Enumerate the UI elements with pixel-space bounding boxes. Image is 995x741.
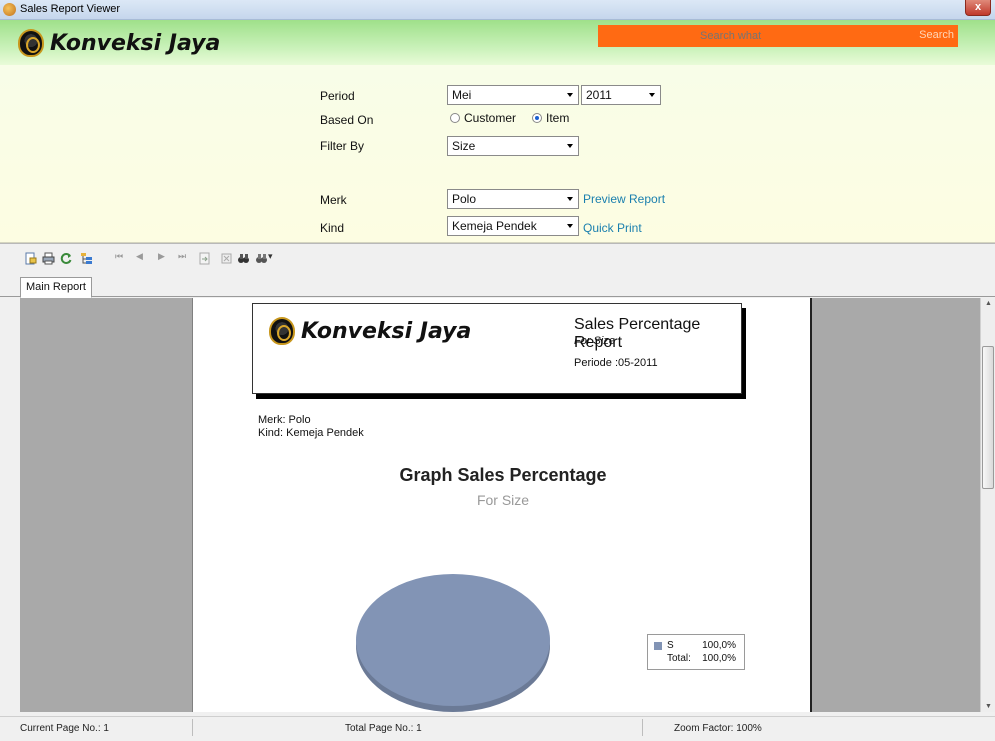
first-page-icon[interactable]: ⏮ (115, 251, 123, 262)
chevron-down-icon (567, 144, 573, 148)
period-year-value: 2011 (586, 88, 612, 102)
app-header: Konveksi Jaya Search (0, 20, 995, 65)
app-icon (3, 3, 16, 16)
radio-customer[interactable]: Customer (450, 111, 516, 125)
viewer-toolbar: ⏮ ◀ ▶ ⏭ ▾ (0, 244, 995, 274)
current-page-status: Current Page No.: 1 (20, 723, 109, 734)
kind-label: Kind (320, 221, 345, 235)
pie-chart (356, 574, 550, 712)
brand-emblem-icon (269, 317, 295, 345)
report-brand-name: Konveksi Jaya (301, 319, 472, 344)
period-month-value: Mei (452, 88, 472, 102)
based-on-label: Based On (320, 113, 374, 127)
quick-print-link[interactable]: Quick Print (583, 221, 642, 235)
total-page-status: Total Page No.: 1 (345, 723, 422, 734)
export-icon[interactable] (24, 252, 37, 265)
zoom-dropdown-icon[interactable]: ▾ (268, 251, 273, 262)
title-bar: Sales Report Viewer x (0, 0, 995, 20)
window-title: Sales Report Viewer (20, 3, 121, 15)
scroll-down-icon[interactable]: ▼ (985, 703, 992, 710)
zoom-icon[interactable] (255, 252, 268, 265)
filter-by-select[interactable]: Size (447, 136, 579, 156)
stop-icon[interactable] (220, 252, 233, 265)
kind-select[interactable]: Kemeja Pendek (447, 216, 579, 236)
report-filter-form: Period Mei 2011 Based On Customer Item F… (0, 65, 995, 243)
print-icon[interactable] (42, 252, 55, 265)
kind-value: Kemeja Pendek (452, 219, 537, 233)
radio-item[interactable]: Item (532, 111, 569, 125)
goto-page-icon[interactable] (198, 252, 211, 265)
refresh-icon[interactable] (60, 252, 73, 265)
period-month-select[interactable]: Mei (447, 85, 579, 105)
report-header-box: Konveksi Jaya Sales Percentage Report Fo… (252, 303, 742, 394)
tab-main-report[interactable]: Main Report (20, 277, 92, 298)
search-text-icon[interactable] (237, 252, 250, 265)
report-tabs: Main Report (0, 275, 995, 298)
zoom-factor-status: Zoom Factor: 100% (674, 723, 762, 734)
merk-select[interactable]: Polo (447, 189, 579, 209)
report-page: Konveksi Jaya Sales Percentage Report Fo… (192, 298, 812, 712)
report-for-line: For Size (574, 335, 615, 347)
legend-swatch (654, 642, 662, 650)
sales-report-viewer-window: Sales Report Viewer x Konveksi Jaya Sear… (0, 0, 995, 741)
chart-legend: S 100,0% Total: 100,0% (647, 634, 745, 670)
report-period: Periode :05-2011 (574, 357, 658, 369)
filter-by-label: Filter By (320, 139, 365, 153)
vertical-scrollbar[interactable]: ▲ ▼ (980, 298, 995, 712)
last-page-icon[interactable]: ⏭ (178, 251, 186, 262)
merk-value: Polo (452, 192, 477, 206)
radio-item-label: Item (546, 111, 570, 125)
search-button[interactable]: Search (919, 29, 954, 41)
brand-name: Konveksi Jaya (50, 31, 221, 56)
report-viewer: ⏮ ◀ ▶ ⏭ ▾ Main Report Konveksi Jaya Sale… (0, 243, 995, 741)
legend-item-label: S (667, 640, 674, 651)
filter-by-value: Size (452, 139, 476, 153)
brand-emblem-icon (18, 29, 44, 57)
period-year-select[interactable]: 2011 (581, 85, 661, 105)
legend-total-label: Total: (667, 653, 691, 664)
graph-title: Graph Sales Percentage (399, 465, 607, 485)
legend-item-value: 100,0% (702, 640, 736, 651)
chevron-down-icon (567, 93, 573, 97)
report-merk: Merk: Polo (258, 414, 311, 426)
preview-report-link[interactable]: Preview Report (583, 192, 665, 206)
next-page-icon[interactable]: ▶ (158, 251, 165, 262)
chevron-down-icon (649, 93, 655, 97)
previous-page-icon[interactable]: ◀ (136, 251, 143, 262)
chevron-down-icon (567, 197, 573, 201)
close-button[interactable]: x (965, 0, 991, 16)
search-bar: Search (598, 25, 958, 47)
scroll-up-icon[interactable]: ▲ (985, 300, 992, 307)
report-canvas: Konveksi Jaya Sales Percentage Report Fo… (20, 298, 980, 712)
period-label: Period (320, 89, 355, 103)
radio-item-circle[interactable] (532, 113, 542, 123)
radio-customer-circle[interactable] (450, 113, 460, 123)
chevron-down-icon (567, 224, 573, 228)
status-divider (642, 719, 643, 736)
merk-label: Merk (320, 193, 347, 207)
status-bar: Current Page No.: 1 Total Page No.: 1 Zo… (0, 716, 995, 741)
scrollbar-thumb[interactable] (982, 346, 994, 489)
group-tree-icon[interactable] (80, 252, 93, 265)
radio-customer-label: Customer (464, 111, 517, 125)
legend-total-value: 100,0% (702, 653, 736, 664)
graph-subtitle: For Size (476, 492, 530, 508)
pie-slice-s (356, 574, 550, 706)
report-kind: Kind: Kemeja Pendek (258, 427, 364, 439)
status-divider (192, 719, 193, 736)
search-input[interactable] (698, 25, 910, 47)
